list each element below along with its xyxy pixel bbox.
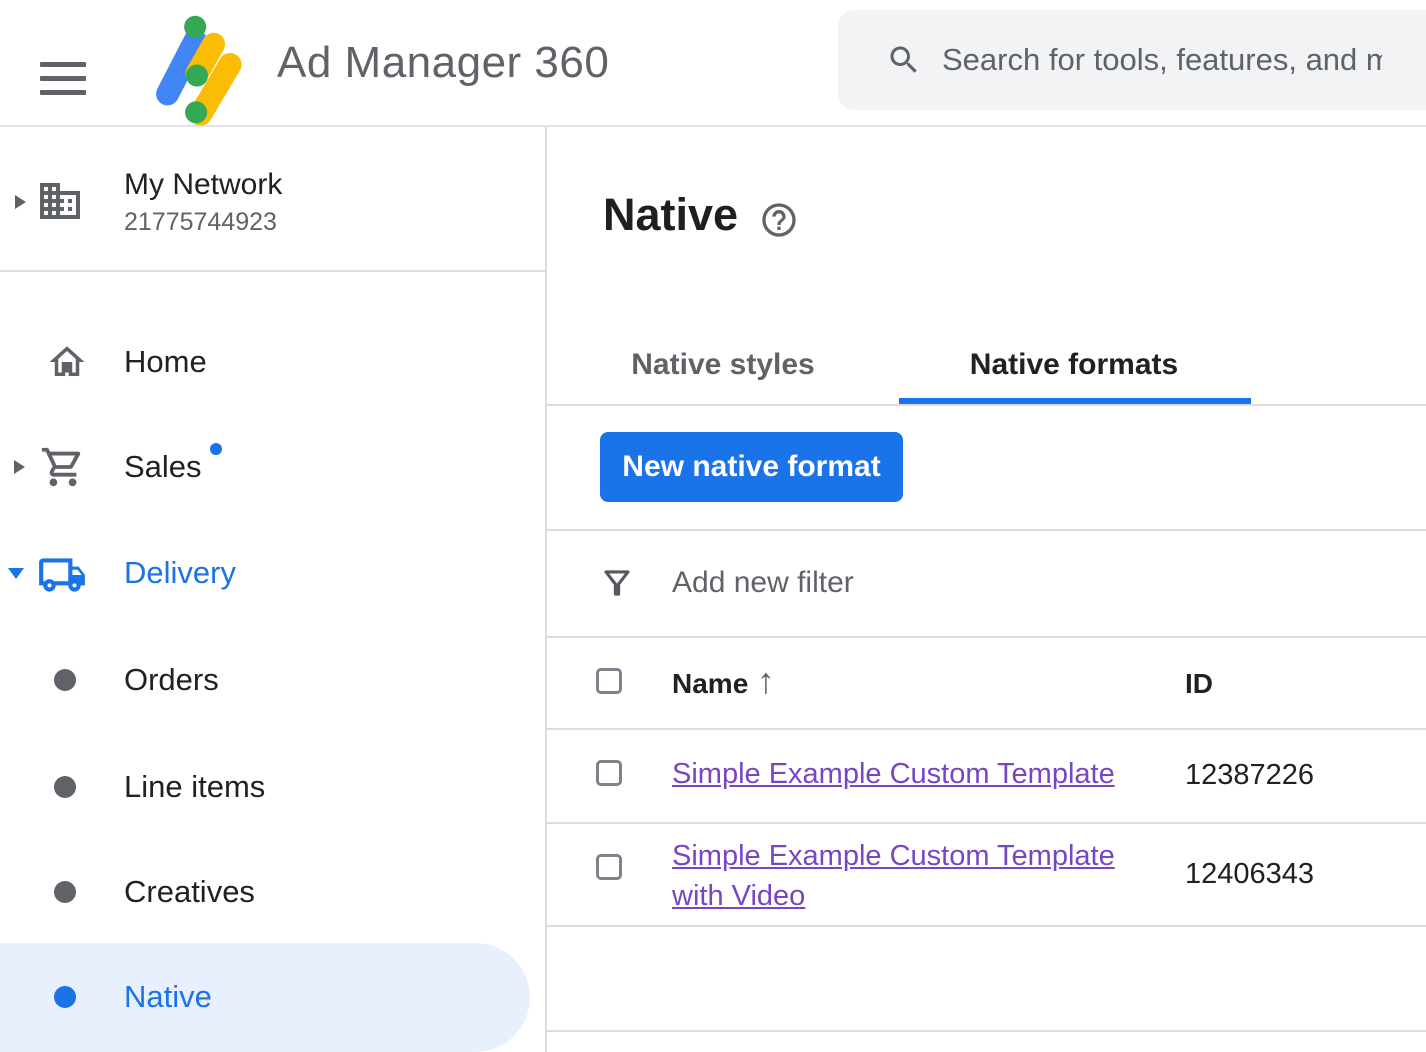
sidebar-item-label: Native — [124, 979, 212, 1015]
bullet-icon — [54, 986, 76, 1008]
column-header-id[interactable]: ID — [1185, 668, 1213, 700]
app-window: Ad Manager 360 My Network 21775744923 Ho… — [0, 0, 1426, 1052]
divider — [547, 636, 1426, 638]
menu-icon[interactable] — [40, 62, 86, 95]
row-id-value: 12387226 — [1185, 759, 1314, 792]
sidebar-item-line-items[interactable]: Line items — [0, 755, 547, 819]
divider — [547, 1030, 1426, 1032]
divider — [0, 270, 547, 272]
notification-dot — [210, 443, 222, 455]
sidebar: My Network 21775744923 Home Sales Deli — [0, 127, 547, 1052]
divider — [547, 404, 1426, 406]
row-name-link[interactable]: Simple Example Custom Template with Vide… — [672, 836, 1172, 916]
search-bar[interactable] — [838, 10, 1426, 110]
network-id: 21775744923 — [124, 208, 277, 237]
sidebar-item-sales[interactable]: Sales — [0, 435, 547, 499]
page-title: Native — [603, 189, 738, 241]
row-name-link[interactable]: Simple Example Custom Template — [672, 758, 1115, 791]
sidebar-item-native[interactable]: Native — [0, 965, 547, 1029]
main-content: Native Native styles Native formats New … — [547, 127, 1426, 1052]
select-all-checkbox[interactable] — [596, 668, 622, 694]
sidebar-item-creatives[interactable]: Creatives — [0, 860, 547, 924]
row-id-value: 12406343 — [1185, 858, 1314, 891]
help-icon[interactable] — [759, 200, 799, 240]
bullet-icon — [54, 776, 76, 798]
sidebar-item-delivery[interactable]: Delivery — [0, 541, 547, 605]
building-icon — [36, 177, 84, 225]
row-checkbox[interactable] — [596, 854, 622, 880]
sidebar-item-label: Orders — [124, 662, 219, 698]
bullet-icon — [54, 669, 76, 691]
truck-icon — [37, 550, 87, 600]
ad-manager-logo-icon — [151, 13, 243, 127]
row-checkbox[interactable] — [596, 760, 622, 786]
home-icon — [46, 341, 88, 383]
sidebar-item-label: Home — [124, 344, 207, 380]
divider — [547, 822, 1426, 824]
shopping-cart-icon — [40, 444, 86, 490]
divider — [547, 529, 1426, 531]
sidebar-item-label: Sales — [124, 449, 202, 485]
sidebar-item-label: Creatives — [124, 874, 255, 910]
triangle-down-icon[interactable] — [8, 568, 24, 579]
sidebar-item-label: Line items — [124, 769, 265, 805]
triangle-right-icon[interactable] — [14, 460, 25, 474]
app-title: Ad Manager 360 — [277, 36, 609, 90]
column-header-name[interactable]: Name — [672, 668, 748, 700]
sidebar-item-label: Delivery — [124, 555, 236, 591]
tab-native-styles[interactable]: Native styles — [623, 348, 823, 382]
bullet-icon — [54, 881, 76, 903]
search-icon — [886, 42, 922, 78]
network-expand-icon[interactable] — [15, 195, 26, 209]
network-name: My Network — [124, 168, 282, 202]
sort-ascending-icon[interactable]: ↑ — [757, 660, 775, 702]
sidebar-item-home[interactable]: Home — [0, 330, 547, 394]
add-filter-input[interactable]: Add new filter — [672, 566, 854, 600]
divider — [547, 728, 1426, 730]
tab-native-formats[interactable]: Native formats — [919, 348, 1229, 382]
filter-icon[interactable] — [598, 564, 636, 602]
sidebar-item-orders[interactable]: Orders — [0, 648, 547, 712]
topbar: Ad Manager 360 — [0, 0, 1426, 127]
new-native-format-button[interactable]: New native format — [600, 432, 903, 502]
divider — [547, 925, 1426, 927]
search-input[interactable] — [942, 42, 1382, 78]
